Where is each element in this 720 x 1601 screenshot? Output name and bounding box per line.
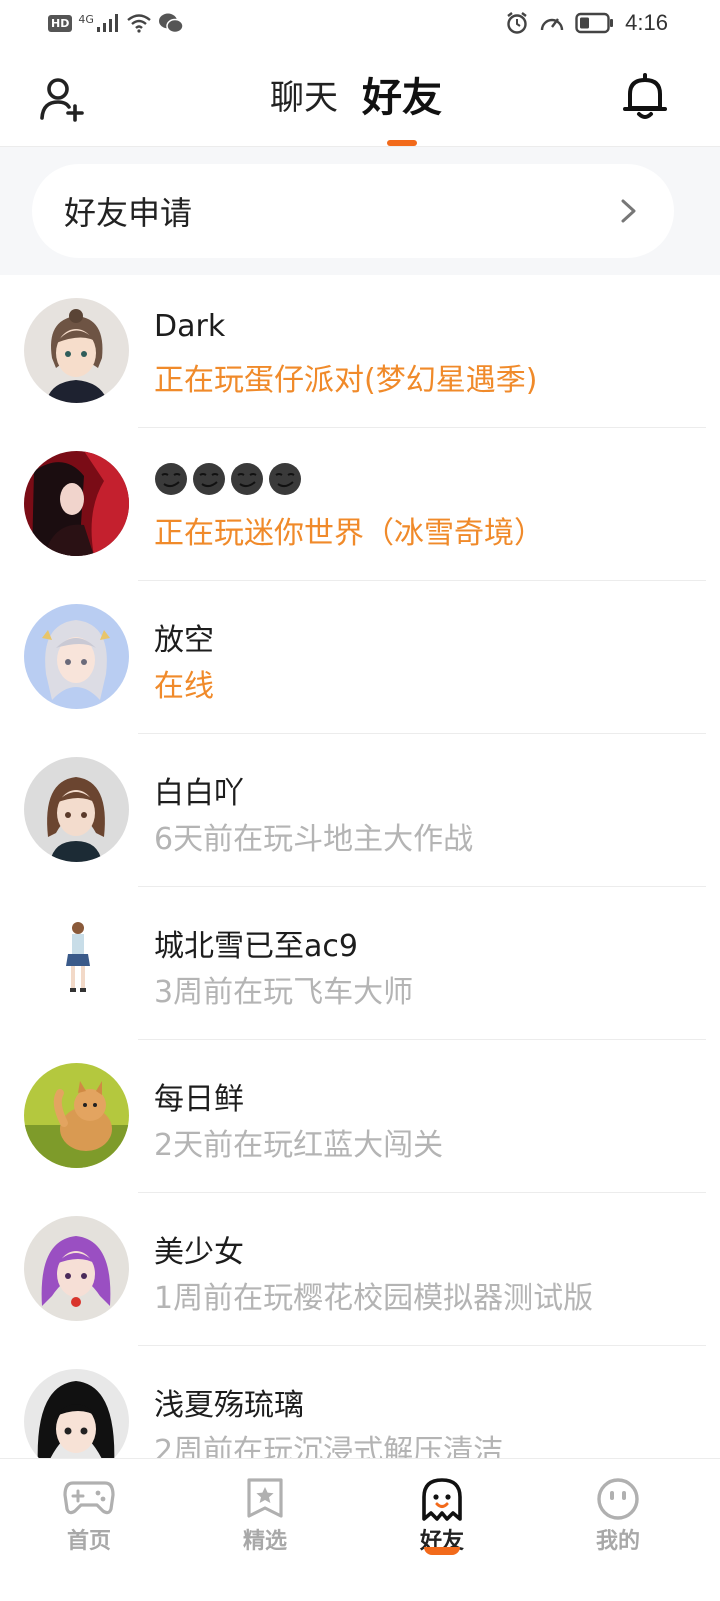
friend-row[interactable]: 白白吖 6天前在玩斗地主大作战 xyxy=(0,734,720,887)
avatar xyxy=(24,910,129,1015)
friend-row[interactable]: 放空 在线 xyxy=(0,581,720,734)
avatar xyxy=(24,1216,129,1321)
battery-icon xyxy=(575,12,614,34)
tab-friends[interactable]: 好友 xyxy=(362,72,442,146)
nav-friends[interactable]: 好友 xyxy=(382,1459,502,1601)
friend-status: 正在玩蛋仔派对(梦幻星遇季) xyxy=(154,363,538,398)
avatar xyxy=(24,1063,129,1168)
gamepad-icon xyxy=(63,1481,115,1515)
bottom-nav: 首页 精选 好友 我的 xyxy=(0,1458,720,1601)
smirk-emoji-icon xyxy=(155,463,187,495)
nav-featured[interactable]: 精选 xyxy=(205,1459,325,1601)
network-type: 4G xyxy=(78,12,94,26)
friend-name: 美少女 xyxy=(154,1235,244,1270)
status-right-icons: 4:16 xyxy=(505,10,668,36)
tab-chat[interactable]: 聊天 xyxy=(270,72,338,124)
friend-status: 正在玩迷你世界（冰雪奇境） xyxy=(154,516,544,551)
speed-icon xyxy=(540,18,564,31)
friend-row[interactable]: Dark 正在玩蛋仔派对(梦幻星遇季) xyxy=(0,275,720,428)
add-friend-icon[interactable] xyxy=(38,76,88,122)
top-header: 聊天 好友 xyxy=(0,50,720,147)
smirk-emoji-icon xyxy=(193,463,225,495)
alarm-icon xyxy=(507,12,527,34)
friend-row[interactable]: 正在玩迷你世界（冰雪奇境） xyxy=(0,428,720,581)
nav-home[interactable]: 首页 xyxy=(29,1459,149,1601)
friend-list: Dark 正在玩蛋仔派对(梦幻星遇季) 正在玩迷你世界（冰雪奇境） 放空 在线 … xyxy=(0,275,720,1499)
nav-home-label: 首页 xyxy=(66,1529,111,1554)
nav-me[interactable]: 我的 xyxy=(558,1459,678,1601)
avatar xyxy=(24,451,129,556)
friend-row[interactable]: 美少女 1周前在玩樱花校园模拟器测试版 xyxy=(0,1193,720,1346)
active-tab-indicator xyxy=(387,140,417,146)
friend-status: 6天前在玩斗地主大作战 xyxy=(154,822,474,857)
friend-request-button[interactable]: 好友申请 xyxy=(32,164,674,258)
ghost-icon xyxy=(422,1478,462,1521)
wechat-icon xyxy=(158,13,184,34)
friend-name xyxy=(154,462,302,496)
chevron-right-icon xyxy=(621,199,636,223)
friend-name: 白白吖 xyxy=(154,776,244,811)
bell-icon[interactable] xyxy=(622,72,668,122)
friend-status: 1周前在玩樱花校园模拟器测试版 xyxy=(154,1281,594,1316)
hd-badge: HD xyxy=(48,14,73,32)
friend-status: 在线 xyxy=(154,669,214,704)
friend-request-label: 好友申请 xyxy=(64,194,193,232)
friend-name: 城北雪已至ac9 xyxy=(154,929,358,964)
friend-status: 2天前在玩红蓝大闯关 xyxy=(154,1128,444,1163)
smirk-emoji-icon xyxy=(231,463,263,495)
friend-name: Dark xyxy=(154,309,226,344)
star-bookmark-icon xyxy=(247,1478,283,1518)
friend-status: 3周前在玩飞车大师 xyxy=(154,975,414,1010)
nav-me-label: 我的 xyxy=(595,1529,640,1554)
avatar xyxy=(24,604,129,709)
friend-name: 浅夏殇琉璃 xyxy=(154,1388,304,1423)
nav-active-indicator xyxy=(424,1547,460,1555)
friend-row[interactable]: 每日鲜 2天前在玩红蓝大闯关 xyxy=(0,1040,720,1193)
status-left-icons: HD 4G xyxy=(48,12,184,34)
avatar xyxy=(24,298,129,403)
smiley-face-icon xyxy=(597,1478,639,1520)
friend-name: 每日鲜 xyxy=(154,1082,244,1117)
header-tabs: 聊天 好友 xyxy=(270,72,442,146)
avatar xyxy=(24,757,129,862)
friend-row[interactable]: 城北雪已至ac9 3周前在玩飞车大师 xyxy=(0,887,720,1040)
nav-featured-label: 精选 xyxy=(242,1529,287,1554)
smirk-emoji-icon xyxy=(269,463,301,495)
tab-chat-label: 聊天 xyxy=(270,78,338,118)
clock-time: 4:16 xyxy=(625,10,668,35)
wifi-icon xyxy=(127,14,151,33)
friend-request-section: 好友申请 xyxy=(0,147,720,275)
tab-friends-label: 好友 xyxy=(362,75,442,121)
status-bar: HD 4G 4:16 xyxy=(0,0,720,50)
signal-icon xyxy=(96,14,118,32)
friend-name: 放空 xyxy=(154,623,214,658)
